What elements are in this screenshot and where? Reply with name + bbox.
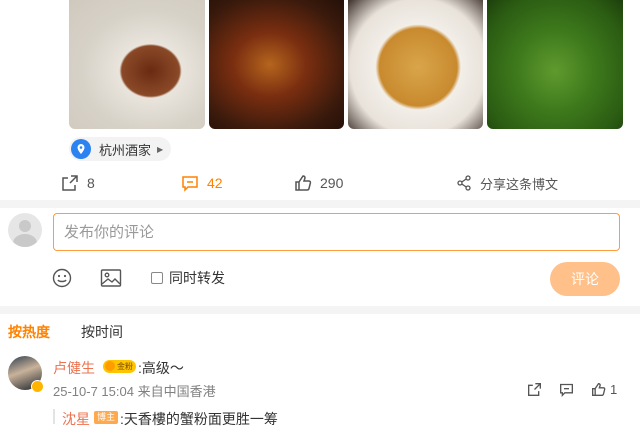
location-pin-icon	[71, 139, 91, 159]
reply-author-name[interactable]: 沈星	[62, 409, 90, 429]
comment-reply-button[interactable]	[559, 380, 578, 398]
comment-like-button[interactable]: 1	[591, 380, 617, 398]
section-divider	[0, 200, 640, 208]
comment-forward-button[interactable]	[527, 380, 546, 398]
my-avatar	[8, 213, 42, 247]
photo-fish-in-sauce[interactable]	[209, 0, 344, 129]
comment-icon	[182, 176, 198, 192]
thumbs-up-icon	[592, 382, 606, 396]
post-actions: 8 42 290 分享这条博文	[0, 170, 640, 196]
comment-text: :高级～	[138, 360, 184, 376]
forward-icon	[62, 175, 78, 191]
verified-badge-icon	[31, 380, 44, 393]
sync-forward-option[interactable]: 同时转发	[151, 267, 225, 289]
thumbs-up-icon	[295, 175, 312, 191]
location-tag[interactable]: 杭州酒家 ▶	[69, 137, 172, 161]
forward-icon	[528, 382, 541, 396]
author-badge: 博主	[94, 411, 119, 424]
comment-count: 42	[207, 175, 223, 191]
sync-forward-label: 同时转发	[169, 270, 225, 286]
reply-indent-bar	[53, 409, 55, 424]
share-icon	[457, 175, 471, 191]
sync-forward-checkbox[interactable]	[151, 272, 163, 284]
emoji-icon	[52, 268, 72, 288]
forward-button[interactable]: 8	[61, 170, 95, 196]
photo-crab-noodles[interactable]	[348, 0, 483, 129]
commenter-name[interactable]: 卢健生	[53, 358, 95, 378]
sort-by-time-tab[interactable]: 按时间	[81, 322, 123, 342]
comment-meta: 25-10-7 15:04 来自中国香港	[53, 384, 216, 399]
like-button[interactable]: 290	[294, 170, 343, 196]
location-name: 杭州酒家	[99, 142, 152, 158]
comment-input[interactable]	[53, 213, 620, 251]
photo-braised-pork[interactable]	[69, 0, 205, 129]
caret-right-icon: ▶	[157, 144, 164, 154]
photo-greens[interactable]	[487, 0, 623, 129]
share-button[interactable]: 分享这条博文	[456, 170, 558, 196]
emoji-button[interactable]	[52, 267, 72, 289]
section-divider	[0, 306, 640, 314]
comment-like-count: 1	[610, 381, 618, 397]
comment-button[interactable]: 42	[181, 170, 223, 196]
image-button[interactable]	[100, 267, 122, 289]
photo-grid	[69, 0, 623, 129]
fan-badge: 金粉	[103, 360, 136, 373]
like-count: 290	[320, 175, 344, 191]
share-label: 分享这条博文	[480, 176, 559, 192]
comment-icon	[560, 383, 573, 397]
submit-comment-button[interactable]: 评论	[550, 262, 620, 296]
sort-by-hot-tab[interactable]: 按热度	[8, 322, 50, 342]
reply-text: :天香樓的蟹粉面更胜一筹	[120, 411, 278, 427]
image-icon	[100, 269, 122, 287]
forward-count: 8	[87, 175, 95, 191]
